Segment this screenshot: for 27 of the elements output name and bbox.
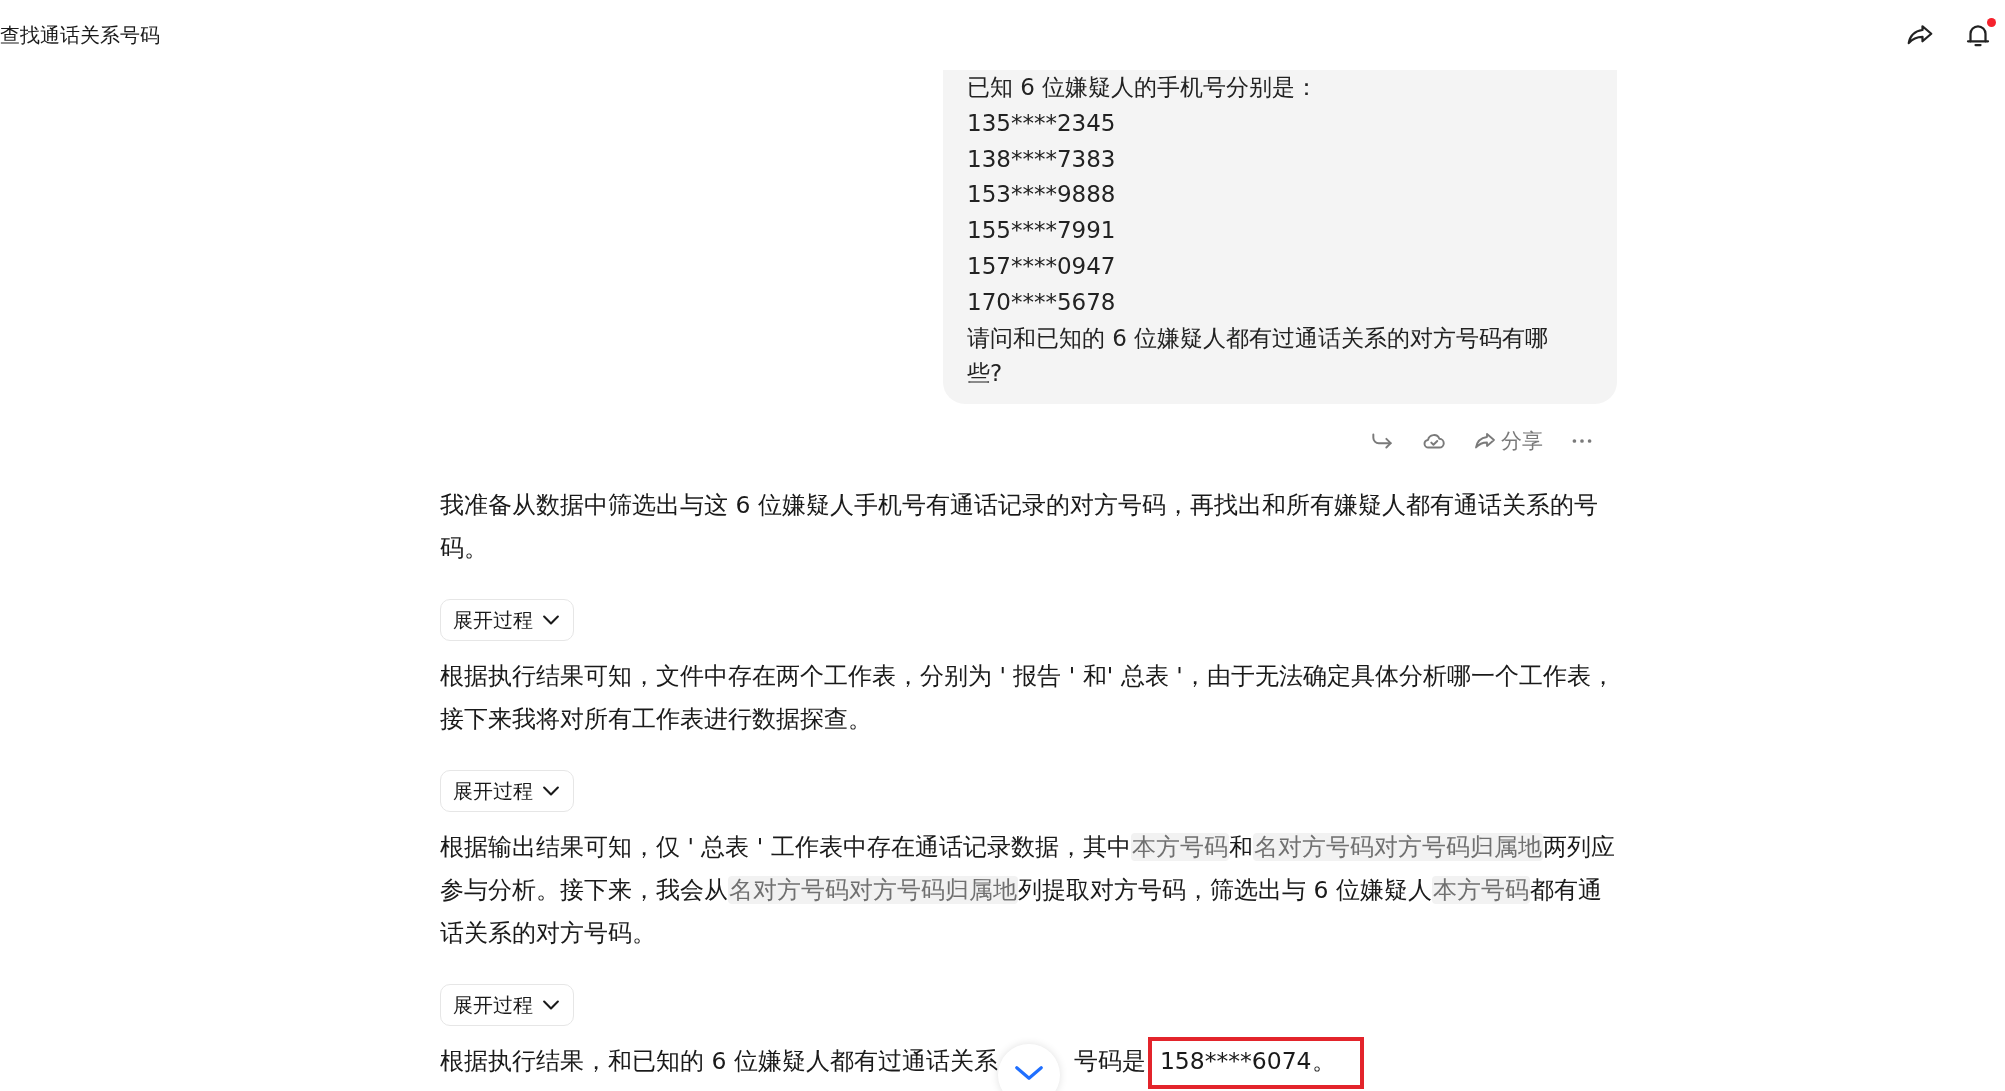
- inline-code: 本方号码: [1130, 833, 1229, 862]
- message-line: 已知 6 位嫌疑人的手机号分别是：: [967, 73, 1320, 102]
- scroll-down-button[interactable]: [998, 1044, 1060, 1091]
- chevron-down-icon: [1014, 1066, 1044, 1080]
- response-paragraph: 我准备从数据中筛选出与这 6 位嫌疑人手机号有通话记录的对方号码，再找出和所有嫌疑人都有通话关系的号码。: [440, 490, 1599, 565]
- response-paragraph: 根据执行结果可知，文件中存在两个工作表，分别为 ' 报告 ' 和' 总表 '，由于无法确定具体分析哪一个工作表，接下来我将对所有工作表进行数据探查。: [440, 661, 1616, 736]
- inline-code: 名对方号码对方号码归属地: [728, 876, 1018, 905]
- expand-process-button[interactable]: 展开过程: [440, 770, 574, 813]
- chevron-down-icon: [543, 786, 559, 797]
- message-line: 157****0947: [967, 252, 1117, 281]
- message-line: 170****5678: [967, 287, 1117, 317]
- chevron-down-icon: [543, 1000, 559, 1011]
- message-line: 请问和已知的 6 位嫌疑人都有过通话关系的对方号码有哪些?: [967, 323, 1550, 389]
- highlighted-answer: 158****6074。: [1147, 1037, 1364, 1090]
- chat-title: 查找通话关系号码: [0, 21, 161, 49]
- response-text: 根据执行结果，和已知的 6 位嫌疑人都有过通话关系: [440, 1046, 998, 1078]
- chevron-down-icon: [543, 615, 559, 626]
- message-line: 155****7991: [967, 216, 1117, 246]
- inline-code: 本方号码: [1431, 876, 1530, 905]
- response-paragraph: 根据输出结果可知，仅 ' 总表 ' 工作表中存在通话记录数据，其中本方号码和名对方号码对方号码归属地两列应参与分析。接下来，我会从名对方号码对方号码归属地列提取对方号码，筛选出与 6 位嫌疑人本方号码都有通话关系的对方号码。: [440, 832, 1616, 950]
- share-button[interactable]: 分享: [1473, 427, 1543, 456]
- expand-process-button[interactable]: 展开过程: [440, 599, 574, 642]
- message-line: 138****7383: [967, 144, 1117, 174]
- message-line: 135****2345: [967, 108, 1117, 138]
- message-line: 153****9888: [967, 180, 1117, 210]
- expand-process-button[interactable]: 展开过程: [440, 984, 574, 1027]
- inline-code: 名对方号码对方号码归属地: [1252, 833, 1543, 862]
